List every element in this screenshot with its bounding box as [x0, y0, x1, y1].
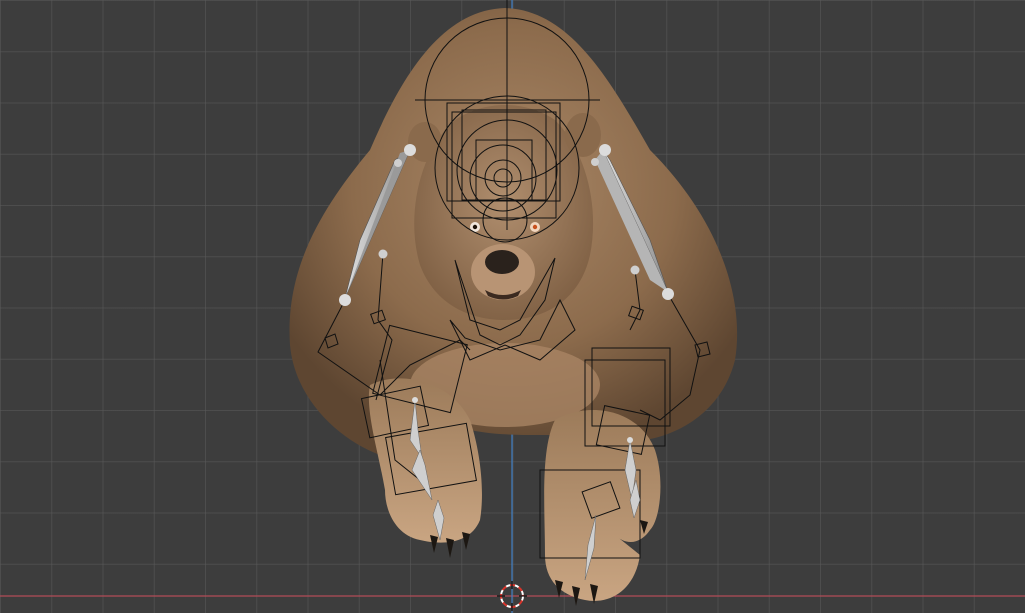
bear-right-ear	[565, 113, 601, 157]
viewport-scene[interactable]	[0, 0, 1025, 613]
bear-model[interactable]	[289, 8, 738, 606]
bear-right-foreleg[interactable]	[544, 410, 661, 601]
bear-nose	[485, 250, 519, 274]
3d-viewport[interactable]	[0, 0, 1025, 613]
